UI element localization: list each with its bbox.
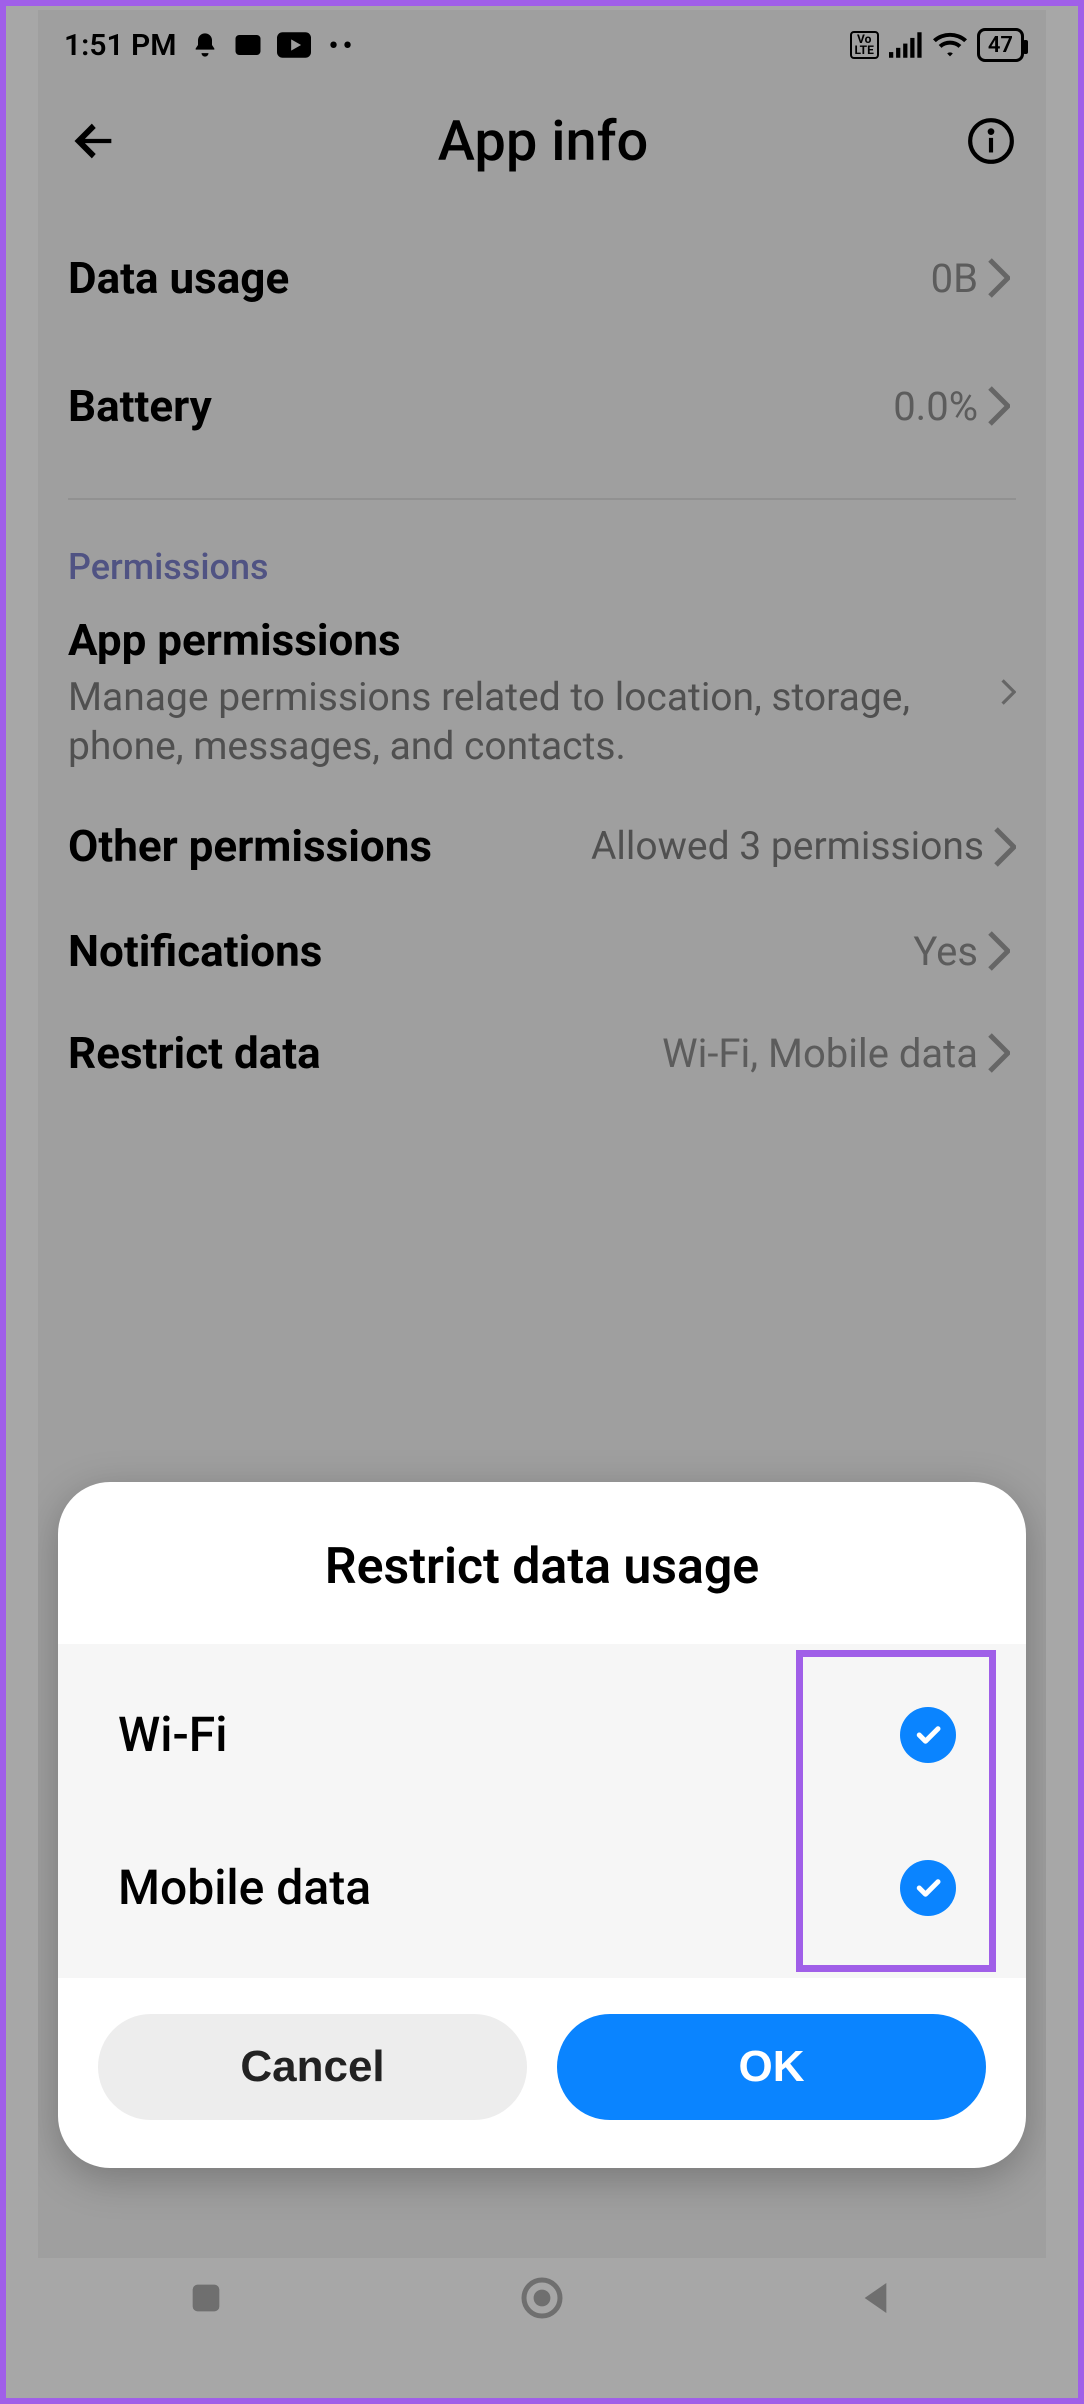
cancel-button[interactable]: Cancel [98,2014,527,2120]
recent-apps-icon[interactable] [178,2270,234,2326]
option-label: Wi-Fi [118,1706,227,1763]
home-icon[interactable] [514,2270,570,2326]
system-nav-bar [38,2244,1046,2364]
ok-button[interactable]: OK [557,2014,986,2120]
dialog-option-wifi[interactable]: Wi-Fi [58,1658,1026,1811]
dialog-option-mobile-data[interactable]: Mobile data [58,1811,1026,1964]
phone-frame: 1:51 PM •• VoLTE 47 A [38,10,1046,2258]
option-label: Mobile data [118,1859,371,1916]
restrict-data-dialog: Restrict data usage Wi-Fi Mobile data Ca… [58,1482,1026,2168]
dialog-body: Wi-Fi Mobile data [58,1644,1026,1978]
back-nav-icon[interactable] [850,2270,906,2326]
dialog-actions: Cancel OK [58,1978,1026,2168]
checkbox-checked-icon[interactable] [900,1707,956,1763]
dialog-title: Restrict data usage [58,1482,1026,1644]
checkbox-checked-icon[interactable] [900,1860,956,1916]
